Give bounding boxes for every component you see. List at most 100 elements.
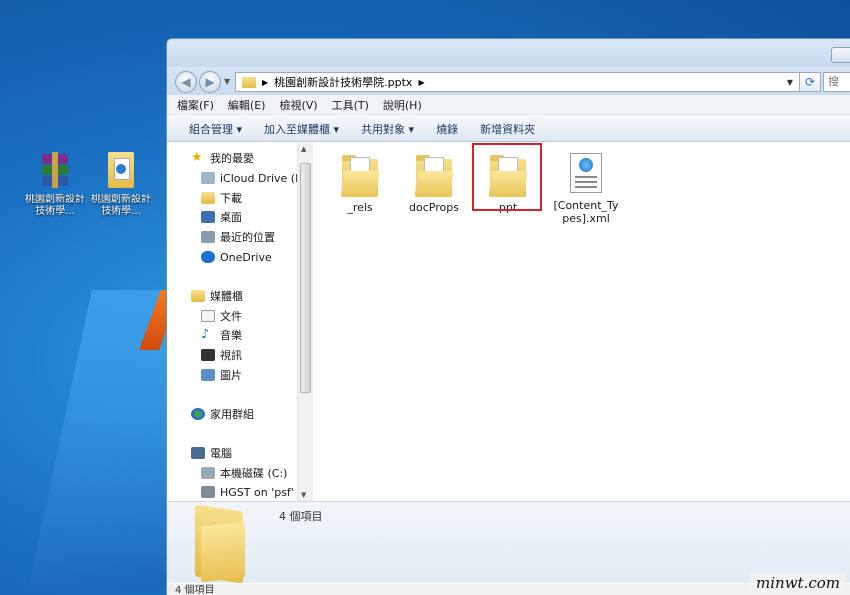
refresh-button[interactable]: ⟳	[799, 72, 821, 92]
new-folder-button[interactable]: 新增資料夾	[480, 121, 535, 137]
recent-pages-icon[interactable]: ▼	[224, 77, 230, 86]
homegroup-icon	[191, 408, 205, 420]
nav-item-recent[interactable]: 最近的位置	[201, 228, 275, 246]
nav-libraries[interactable]: 媒體櫃	[191, 287, 243, 305]
nav-computer[interactable]: 電腦	[191, 444, 232, 462]
organize-button[interactable]: 組合管理 ▾	[189, 121, 242, 137]
computer-icon	[191, 447, 205, 459]
winrar-icon	[36, 150, 74, 190]
folder-preview-icon	[195, 504, 245, 584]
nav-item-onedrive[interactable]: OneDrive	[201, 248, 272, 266]
document-icon	[201, 310, 215, 322]
xml-file-icon	[570, 153, 602, 193]
address-row: ◀ ▶ ▼ ▶ 桃園創新設計技術學院.pptx ▶ ▼ ⟳ 搜	[167, 67, 850, 95]
nav-item-icloud[interactable]: iCloud Drive (M	[201, 169, 305, 187]
status-text: 4 個項目	[175, 585, 215, 595]
onedrive-cloud-icon	[201, 251, 215, 263]
scroll-down-icon[interactable]: ▼	[301, 491, 306, 499]
file-name: _rels	[347, 201, 373, 214]
breadcrumb-arrow-icon[interactable]: ▶	[262, 78, 268, 87]
address-bar[interactable]: ▶ 桃園創新設計技術學院.pptx ▶ ▼	[235, 72, 820, 92]
file-item[interactable]: docProps	[402, 153, 466, 214]
nav-item-videos[interactable]: 視訊	[201, 346, 242, 364]
back-button[interactable]: ◀	[175, 71, 197, 93]
search-input[interactable]: 搜	[823, 72, 850, 92]
menu-file[interactable]: 檔案(F)	[177, 97, 214, 113]
file-item[interactable]: [Content_Types].xml	[550, 153, 622, 225]
music-note-icon: ♪	[201, 327, 210, 342]
nav-item-local-disk[interactable]: 本機磁碟 (C:)	[201, 464, 287, 482]
share-with-button[interactable]: 共用對象 ▾	[361, 121, 414, 137]
nav-label: 本機磁碟 (C:)	[220, 467, 288, 480]
desktop-icon-pptx[interactable]: 桃園創新設計技術學...	[90, 150, 152, 218]
nav-label: 最近的位置	[220, 231, 275, 244]
nav-label: 圖片	[220, 369, 242, 382]
nav-label: 文件	[220, 310, 242, 323]
nav-label: 家用群組	[210, 408, 254, 421]
nav-item-desktop[interactable]: 桌面	[201, 208, 242, 226]
scroll-up-icon[interactable]: ▲	[301, 145, 306, 153]
file-list: _rels docProps ppt [Content_Types].xml	[314, 143, 850, 501]
nav-label: HGST on 'psf' (V	[220, 485, 310, 499]
drive-icon	[201, 467, 215, 479]
nav-label: 電腦	[210, 447, 232, 460]
explorer-window: ◀ ▶ ▼ ▶ 桃園創新設計技術學院.pptx ▶ ▼ ⟳ 搜 檔案(F) 編輯…	[166, 38, 850, 595]
menu-bar: 檔案(F) 編輯(E) 檢視(V) 工具(T) 說明(H)	[167, 95, 850, 115]
navigation-pane: ★ 我的最愛 iCloud Drive (M 下載 桌面 最近的位置 OneDr…	[167, 143, 313, 501]
libraries-icon	[191, 290, 205, 302]
add-to-library-button[interactable]: 加入至媒體櫃 ▾	[264, 121, 339, 137]
nav-item-downloads[interactable]: 下載	[201, 189, 242, 207]
minimize-button[interactable]	[831, 47, 850, 63]
nav-label: 音樂	[220, 329, 242, 342]
burn-button[interactable]: 燒錄	[436, 121, 458, 137]
nav-label: OneDrive	[220, 250, 272, 264]
search-placeholder: 搜	[828, 75, 839, 88]
nav-item-pictures[interactable]: 圖片	[201, 366, 242, 384]
desktop-icon-rar[interactable]: 桃園創新設計技術學...	[24, 150, 86, 218]
nav-label: 下載	[220, 192, 242, 205]
folder-icon	[242, 76, 256, 88]
nav-label: iCloud Drive (M	[220, 171, 305, 185]
nav-label: 媒體櫃	[210, 290, 243, 303]
nav-item-documents[interactable]: 文件	[201, 307, 242, 325]
breadcrumb-arrow-icon[interactable]: ▶	[418, 78, 424, 87]
title-bar[interactable]	[167, 39, 850, 67]
nav-item-network-drive[interactable]: HGST on 'psf' (V	[201, 483, 309, 501]
file-name: [Content_Types].xml	[553, 199, 619, 225]
details-pane: 4 個項目	[167, 501, 850, 584]
forward-button[interactable]: ▶	[199, 71, 221, 93]
menu-tools[interactable]: 工具(T)	[332, 97, 369, 113]
desktop-icon-label: 桃園創新設計技術學...	[25, 194, 85, 217]
downloads-icon	[201, 192, 215, 204]
nav-label: 視訊	[220, 349, 242, 362]
selection-highlight	[472, 143, 542, 211]
breadcrumb-path[interactable]: 桃園創新設計技術學院.pptx	[274, 74, 412, 90]
scrollbar-thumb[interactable]	[300, 163, 311, 393]
icloud-icon	[201, 172, 215, 184]
desktop-icon-label: 桃園創新設計技術學...	[91, 194, 151, 217]
video-icon	[201, 349, 215, 361]
menu-edit[interactable]: 編輯(E)	[228, 97, 266, 113]
nav-label: 我的最愛	[210, 152, 254, 165]
file-name: docProps	[409, 201, 459, 214]
command-bar: 組合管理 ▾ 加入至媒體櫃 ▾ 共用對象 ▾ 燒錄 新增資料夾 ▼	[167, 116, 850, 211]
navigation-scrollbar[interactable]: ▲ ▼	[297, 143, 313, 501]
desktop-icon	[201, 211, 215, 223]
folder-icon	[414, 153, 454, 197]
star-icon: ★	[191, 150, 203, 165]
file-item[interactable]: _rels	[328, 153, 392, 214]
folder-icon	[340, 153, 380, 197]
recent-places-icon	[201, 231, 215, 243]
watermark: minwt.com	[750, 573, 846, 593]
address-dropdown-icon[interactable]: ▼	[787, 78, 793, 87]
status-bar: 4 個項目	[167, 584, 850, 595]
menu-help[interactable]: 說明(H)	[383, 97, 422, 113]
nav-homegroup[interactable]: 家用群組	[191, 405, 254, 423]
picture-icon	[201, 369, 215, 381]
nav-item-music[interactable]: ♪ 音樂	[201, 326, 242, 344]
nav-favorites[interactable]: ★ 我的最愛	[191, 149, 254, 167]
network-drive-icon	[201, 486, 215, 498]
folder-icon	[102, 150, 140, 190]
menu-view[interactable]: 檢視(V)	[279, 97, 317, 113]
item-count: 4 個項目	[279, 510, 323, 523]
